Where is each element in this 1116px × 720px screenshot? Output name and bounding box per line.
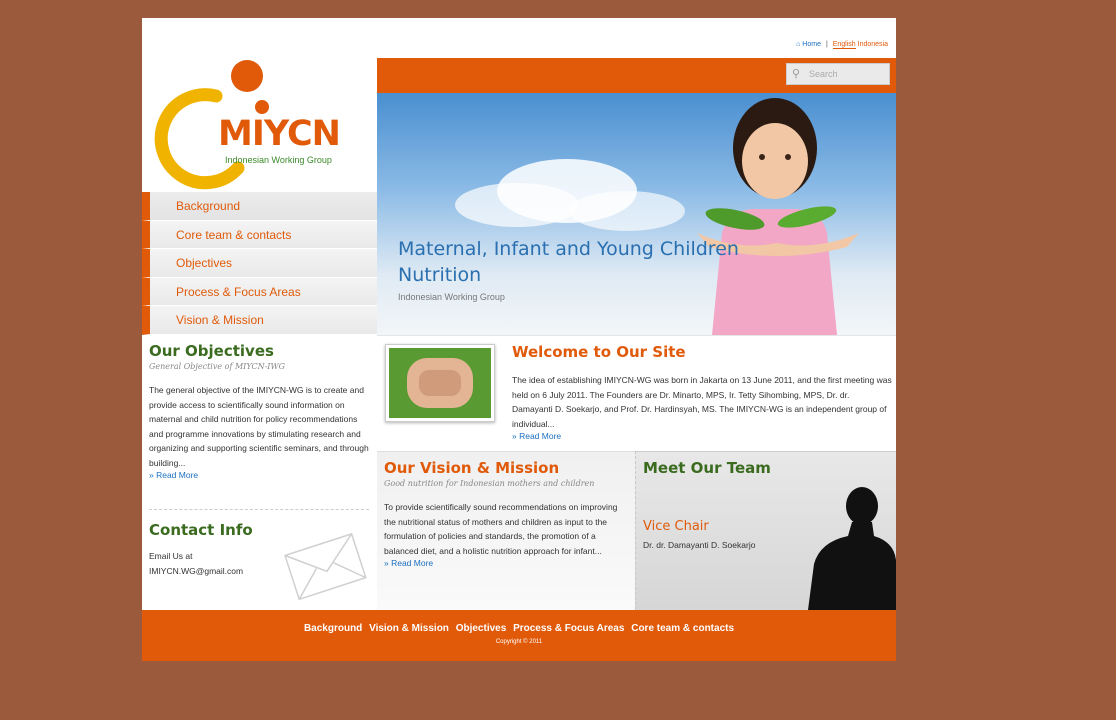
nav-item-objectives[interactable]: Objectives — [142, 249, 377, 278]
footer: Background Vision & Mission Objectives P… — [142, 610, 896, 661]
divider — [149, 509, 369, 510]
envelope-icon — [284, 532, 367, 601]
objectives-subtitle: General Objective of MIYCN-IWG — [149, 362, 286, 371]
vision-title: Our Vision & Mission — [384, 459, 560, 477]
footer-links: Background Vision & Mission Objectives P… — [142, 623, 896, 634]
footer-link-vision[interactable]: Vision & Mission — [369, 623, 449, 634]
footer-link-background[interactable]: Background — [304, 623, 362, 634]
nav-item-background[interactable]: Background — [142, 192, 377, 221]
footer-link-objectives[interactable]: Objectives — [456, 623, 507, 634]
hero-subtitle: Indonesian Working Group — [398, 292, 505, 302]
objectives-body: The general objective of the IMIYCN-WG i… — [149, 385, 369, 468]
nav-item-core-team[interactable]: Core team & contacts — [142, 220, 377, 250]
home-icon: ⌂ — [796, 41, 801, 48]
lang-english-link[interactable]: English — [832, 41, 856, 49]
separator: | — [825, 41, 828, 48]
welcome-body: The idea of establishing IMIYCN-WG was b… — [512, 375, 892, 429]
welcome-title: Welcome to Our Site — [512, 343, 686, 361]
vision-read-more-link[interactable]: » Read More — [384, 558, 628, 568]
home-link[interactable]: Home — [802, 41, 821, 48]
vision-subtitle: Good nutrition for Indonesian mothers an… — [384, 479, 595, 488]
copyright: Copyright © 2011 — [495, 639, 543, 645]
nav-item-process[interactable]: Process & Focus Areas — [142, 277, 377, 307]
team-title: Meet Our Team — [643, 459, 771, 477]
top-links: ⌂ Home | English Indonesia — [796, 41, 888, 49]
header-bar: ⚲ Search — [377, 58, 896, 93]
hero-banner: Maternal, Infant and Young Children Nutr… — [377, 93, 896, 335]
footer-link-core-team[interactable]: Core team & contacts — [631, 623, 734, 634]
welcome-section: Welcome to Our Site The idea of establis… — [377, 335, 896, 452]
team-section: Meet Our Team Vice Chair Dr. dr. Damayan… — [635, 451, 896, 610]
page-container: MIYCN Indonesian Working Group Backgroun… — [142, 18, 896, 661]
team-member-name: Dr. dr. Damayanti D. Soekarjo — [643, 540, 756, 550]
logo-text: MIYCN — [218, 114, 341, 154]
hero-title-line1: Maternal, Infant and Young Children — [398, 238, 739, 260]
hands-image — [389, 348, 491, 418]
vision-body: To provide scientifically sound recommen… — [384, 502, 618, 556]
team-role: Vice Chair — [643, 519, 709, 534]
objectives-title: Our Objectives — [149, 342, 274, 360]
top-bar: ⌂ Home | English Indonesia — [377, 18, 896, 58]
nav-item-vision[interactable]: Vision & Mission — [142, 306, 377, 335]
hero-title-line2: Nutrition — [398, 264, 482, 286]
logo-area: MIYCN Indonesian Working Group — [142, 18, 377, 192]
lang-indonesia-link[interactable]: Indonesia — [858, 41, 888, 48]
search-input[interactable]: ⚲ Search — [786, 63, 890, 85]
left-column: Our Objectives General Objective of MIYC… — [142, 335, 377, 610]
person-silhouette-icon — [808, 487, 896, 610]
objectives-read-more-link[interactable]: » Read More — [149, 470, 369, 480]
search-placeholder: Search — [809, 69, 838, 79]
vision-section: Our Vision & Mission Good nutrition for … — [377, 451, 635, 611]
footer-link-process[interactable]: Process & Focus Areas — [513, 623, 624, 634]
welcome-read-more-link[interactable]: » Read More — [512, 431, 892, 441]
sidebar-nav: Background Core team & contacts Objectiv… — [142, 192, 377, 335]
site-logo[interactable] — [142, 18, 377, 192]
welcome-photo — [385, 344, 495, 422]
logo-subtext: Indonesian Working Group — [225, 155, 332, 165]
search-icon: ⚲ — [792, 68, 801, 80]
